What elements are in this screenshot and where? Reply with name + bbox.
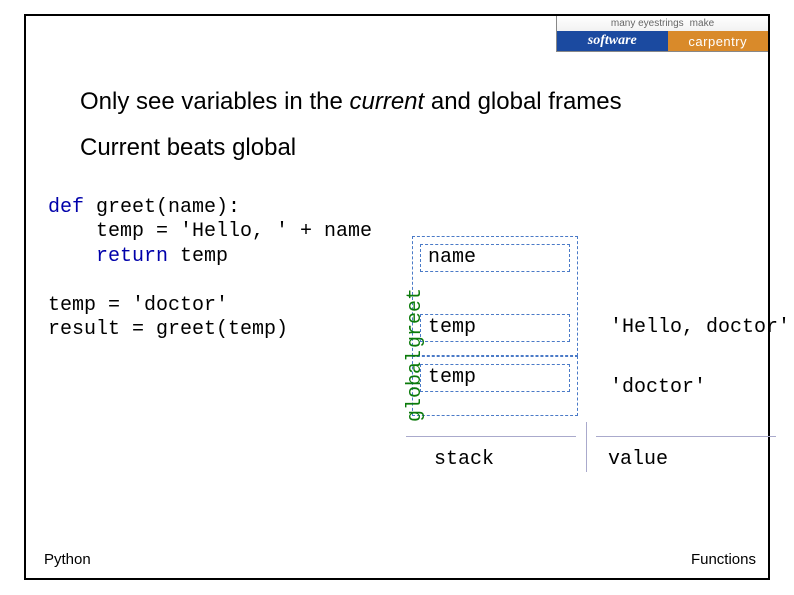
axis-label-stack: stack bbox=[434, 448, 494, 471]
heading-1-part-c: and global frames bbox=[424, 88, 621, 115]
logo-word-carpentry: carpentry bbox=[668, 31, 768, 51]
heading-line-1: Only see variables in the current and gl… bbox=[80, 88, 622, 116]
footer-left: Python bbox=[44, 551, 91, 568]
logo-main: software carpentry bbox=[557, 31, 768, 51]
logo-tagline: many eyestrings make bbox=[557, 16, 768, 31]
brand-logo: many eyestrings make software carpentry bbox=[556, 16, 768, 52]
code-l5: temp = 'doctor' bbox=[48, 294, 228, 317]
axis-divider bbox=[586, 422, 587, 472]
code-l3a bbox=[48, 245, 96, 268]
axis-line-value bbox=[596, 436, 776, 437]
value-hello-doctor: 'Hello, doctor' bbox=[610, 316, 790, 339]
axis-line-stack bbox=[406, 436, 576, 437]
logo-word-software: software bbox=[557, 31, 668, 51]
stack-diagram: global greet name temp temp 'Hello, doct… bbox=[386, 226, 794, 486]
axis-label-value: value bbox=[608, 448, 668, 471]
heading-1-part-a: Only see variables in the bbox=[80, 88, 349, 115]
code-block: def greet(name): temp = 'Hello, ' + name… bbox=[48, 196, 372, 342]
heading-1-emph: current bbox=[349, 88, 424, 115]
slide-frame: many eyestrings make software carpentry … bbox=[24, 14, 770, 580]
var-label-name: name bbox=[428, 246, 476, 269]
heading-line-2: Current beats global bbox=[80, 134, 296, 162]
logo-tagline-right: make bbox=[690, 18, 714, 29]
logo-tagline-left: many eyestrings bbox=[611, 18, 684, 29]
code-l6: result = greet(temp) bbox=[48, 318, 288, 341]
code-l2: temp = 'Hello, ' + name bbox=[48, 220, 372, 243]
kw-return: return bbox=[96, 245, 168, 268]
code-l3c: temp bbox=[168, 245, 228, 268]
kw-def: def bbox=[48, 196, 84, 219]
code-l1b: greet(name): bbox=[84, 196, 240, 219]
var-label-temp-greet: temp bbox=[428, 316, 476, 339]
value-doctor: 'doctor' bbox=[610, 376, 706, 399]
footer-right: Functions bbox=[691, 551, 756, 568]
var-label-temp-global: temp bbox=[428, 366, 476, 389]
